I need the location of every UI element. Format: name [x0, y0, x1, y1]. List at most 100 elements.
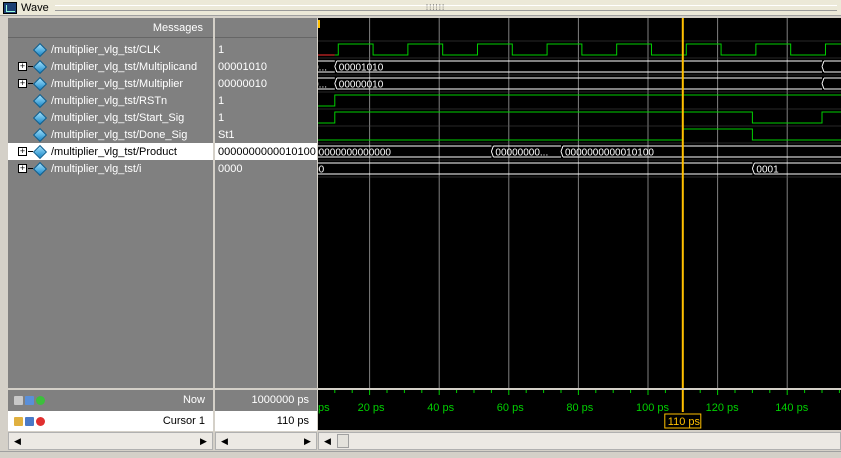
timeline-tick-label: 80 ps — [566, 402, 593, 414]
scroll-left-icon[interactable]: ◀ — [10, 434, 25, 448]
waveform-canvas[interactable]: 000...00001010000...00000010000000000000… — [318, 18, 841, 388]
signal-diamond-icon — [32, 110, 48, 125]
signal-name: /multiplier_vlg_tst/Start_Sig — [51, 111, 185, 124]
product-bus-label: 00000000... — [495, 148, 548, 159]
timeline-tick-label: 140 ps — [775, 402, 809, 414]
expand-icon[interactable]: + — [18, 62, 27, 71]
cursor-value-row[interactable]: 110 ps — [215, 411, 317, 431]
signal-value-row[interactable]: 1 — [215, 109, 317, 126]
signal-row[interactable]: + /multiplier_vlg_tst/Multiplier — [8, 75, 213, 92]
signal-name-list: /multiplier_vlg_tst/CLK + /multiplier_vlg_… — [8, 41, 213, 177]
signal-value: 00001010 — [218, 60, 267, 73]
grip-dots-icon: ⁞⁞⁞⁞⁞⁞ — [425, 2, 446, 12]
cursor-label: Cursor 1 — [162, 415, 205, 427]
signal-value: St1 — [218, 128, 235, 141]
signal-value-list: 1 00001010 00000010 1 1 St1 0000000000010100 00… — [215, 41, 317, 177]
signal-row[interactable]: /multiplier_vlg_tst/CLK — [8, 41, 213, 58]
multiplier-bus-segment — [821, 77, 841, 90]
timeline-tick-label: 40 ps — [427, 402, 454, 414]
timeline-tick-label: 100 ps — [636, 402, 670, 414]
timeline-tick-label: 120 ps — [706, 402, 740, 414]
signal-value-row[interactable]: 00000010 — [215, 75, 317, 92]
signal-row[interactable]: + /multiplier_vlg_tst/Product — [8, 143, 213, 160]
add-cursor-icon[interactable] — [36, 395, 45, 405]
now-cursor-values: 1000000 ps 110 ps — [215, 390, 317, 431]
signal-row[interactable]: /multiplier_vlg_tst/Done_Sig — [8, 126, 213, 143]
signal-value-row[interactable]: 1 — [215, 92, 317, 109]
values-header — [215, 18, 317, 38]
waveform-area[interactable]: 000...00001010000...00000010000000000000… — [318, 18, 841, 388]
signal-row[interactable]: + /multiplier_vlg_tst/Multiplicand — [8, 58, 213, 75]
scroll-left-icon[interactable]: ◀ — [217, 434, 232, 448]
cursor-list-icon[interactable] — [25, 395, 34, 405]
names-hscrollbar[interactable]: ◀ ▶ — [8, 432, 213, 450]
cursor-row[interactable]: Cursor 1 — [8, 411, 213, 431]
now-value-row: 1000000 ps — [215, 390, 317, 410]
signal-name: /multiplier_vlg_tst/Product — [51, 145, 177, 158]
clk-waveform — [334, 43, 841, 56]
scroll-right-icon[interactable]: ▶ — [196, 434, 211, 448]
expand-icon[interactable]: + — [18, 147, 27, 156]
signal-value-row[interactable]: St1 — [215, 126, 317, 143]
signal-value-row[interactable]: 1 — [215, 41, 317, 58]
now-value: 1000000 ps — [251, 394, 310, 406]
cursor-marker-label: 110 ps — [668, 416, 701, 428]
signal-names-panel[interactable]: Messages /multiplier_vlg_tst/CLK +/multip… — [8, 18, 213, 388]
wave-window-icon[interactable] — [3, 1, 17, 14]
window-title: Wave — [21, 1, 49, 14]
status-strip — [0, 451, 841, 458]
wave-scroll-thumb[interactable] — [337, 434, 349, 448]
signal-diamond-icon — [32, 127, 48, 142]
signal-name: /multiplier_vlg_tst/RSTn — [51, 94, 168, 107]
signal-row[interactable]: + /multiplier_vlg_tst/i — [8, 160, 213, 177]
multiplier-bus-label: 00000010 — [339, 80, 384, 91]
multiplicand-bus-label: 00001010 — [339, 63, 384, 74]
signal-row[interactable]: /multiplier_vlg_tst/Start_Sig — [8, 109, 213, 126]
signal-name: /multiplier_vlg_tst/CLK — [51, 43, 161, 56]
signal-diamond-icon — [32, 59, 48, 74]
i-bus-segment — [318, 162, 753, 175]
window-titlebar: Wave ⁞⁞⁞⁞⁞⁞ — [0, 0, 841, 16]
timeline-tick-label: 60 ps — [497, 402, 524, 414]
messages-header-label: Messages — [152, 21, 203, 34]
multiplier-bus-label: 000... — [318, 80, 327, 91]
signal-value-row[interactable]: 0000000000010100 — [215, 143, 317, 160]
signal-name: /multiplier_vlg_tst/Multiplicand — [51, 60, 198, 73]
rstn-waveform — [318, 94, 841, 107]
signal-value-row[interactable]: 0000 — [215, 160, 317, 177]
expand-icon[interactable]: + — [18, 79, 27, 88]
signal-diamond-icon — [32, 93, 48, 108]
multiplicand-bus-label: 000... — [318, 63, 327, 74]
values-hscrollbar[interactable]: ◀ ▶ — [215, 432, 317, 450]
signal-name: /multiplier_vlg_tst/i — [51, 162, 142, 175]
edit-cursor-icon[interactable] — [25, 416, 34, 426]
signal-value-row[interactable]: 00001010 — [215, 58, 317, 75]
done-sig-waveform — [318, 128, 841, 141]
signal-value: 00000010 — [218, 77, 267, 90]
signal-diamond-icon — [32, 42, 48, 57]
expand-icon[interactable]: + — [18, 164, 27, 173]
delete-cursor-icon[interactable] — [36, 416, 45, 426]
signal-name: /multiplier_vlg_tst/Multiplier — [51, 77, 184, 90]
lock-icon[interactable] — [14, 416, 23, 426]
now-label: Now — [182, 394, 205, 406]
wave-hscrollbar[interactable]: ◀ — [318, 432, 841, 450]
signal-diamond-icon — [32, 76, 48, 91]
timeline-tick-label: ps — [318, 402, 330, 414]
signal-value: 0000 — [218, 162, 243, 175]
scroll-right-icon[interactable]: ▶ — [300, 434, 315, 448]
signal-value: 1 — [218, 94, 225, 107]
signal-values-panel[interactable]: 1 00001010 00000010 1 1 St1 0000000000010100 00… — [215, 18, 317, 388]
timeline-area[interactable]: ps 20 ps 40 ps 60 ps 80 ps 100 ps 120 ps 140 ps… — [318, 390, 841, 430]
key-icon[interactable] — [14, 395, 23, 405]
start-sig-waveform — [318, 111, 841, 124]
scroll-left-icon[interactable]: ◀ — [320, 434, 335, 448]
now-row: Now — [8, 390, 213, 410]
timeline-canvas[interactable]: ps 20 ps 40 ps 60 ps 80 ps 100 ps 120 ps 140 ps… — [318, 390, 841, 430]
signal-name: /multiplier_vlg_tst/Done_Sig — [51, 128, 188, 141]
signal-diamond-icon — [32, 161, 48, 176]
signal-value: 0000000000010100 — [218, 145, 316, 158]
titlebar-grip[interactable]: ⁞⁞⁞⁞⁞⁞ — [54, 2, 837, 12]
signal-row[interactable]: /multiplier_vlg_tst/RSTn — [8, 92, 213, 109]
signal-value: 1 — [218, 111, 225, 124]
